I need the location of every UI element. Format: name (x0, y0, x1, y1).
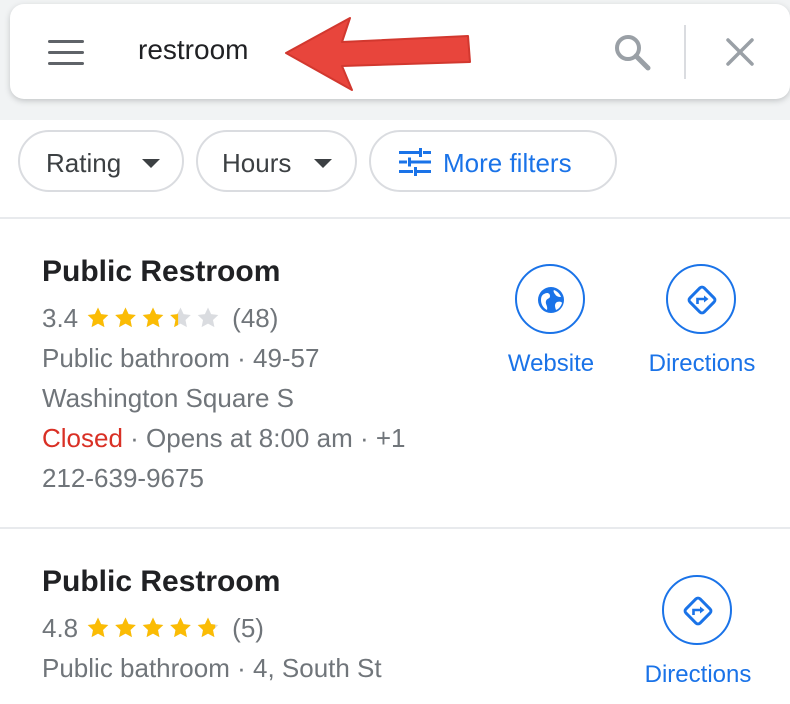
category-address: Public bathroom · 4, South St (42, 653, 382, 683)
directions-label: Directions (648, 350, 756, 377)
more-filters-chip[interactable]: More filters (369, 130, 617, 192)
star-icon (197, 307, 219, 328)
review-count[interactable]: (5) (232, 613, 264, 643)
star-icon (87, 307, 109, 328)
star-icon (170, 617, 191, 638)
result-title[interactable]: Public Restroom (42, 255, 280, 289)
menu-icon[interactable] (48, 40, 84, 66)
result-title[interactable]: Public Restroom (42, 565, 280, 599)
search-input[interactable]: restroom (138, 34, 248, 66)
hours-row: Closed · Opens at 8:00 am · +1 (42, 423, 405, 454)
stars-rating-icon (86, 306, 224, 337)
review-count[interactable]: (48) (232, 303, 278, 333)
website-circle (515, 264, 585, 334)
search-divider (684, 25, 686, 79)
star-icon (170, 307, 191, 328)
directions-circle (662, 575, 732, 645)
rating-filter-label: Rating (46, 148, 122, 178)
rating-row: 4.8 (5) (42, 613, 264, 647)
star-icon (142, 307, 164, 328)
globe-icon (538, 287, 564, 313)
rating-row: 3.4 (48) (42, 303, 278, 337)
rating-filter-chip[interactable]: Rating (18, 130, 184, 192)
star-icon (197, 617, 219, 638)
caret-down-icon (142, 159, 160, 168)
category-address: Public bathroom · 49-57 (42, 343, 320, 373)
stars-rating-icon (86, 616, 224, 647)
result-card[interactable]: Public Restroom 4.8 (5) Public bathroom ·… (0, 529, 790, 704)
status-closed: Closed (42, 423, 123, 453)
phone-continued: 212-639-9675 (42, 463, 204, 493)
directions-label: Directions (644, 661, 752, 688)
directions-icon (683, 596, 713, 626)
star-icon (115, 617, 136, 638)
hours-filter-chip[interactable]: Hours (196, 130, 357, 192)
directions-circle (666, 264, 736, 334)
hours-phone: · Opens at 8:00 am · +1 (122, 423, 406, 453)
tune-icon (399, 148, 431, 176)
rating-value: 3.4 (42, 303, 79, 333)
star-icon (142, 617, 164, 638)
directions-icon (687, 285, 717, 315)
star-icon (87, 617, 109, 638)
hours-filter-label: Hours (222, 148, 292, 178)
caret-down-icon (314, 159, 332, 168)
search-icon[interactable] (612, 32, 652, 72)
star-icon (115, 307, 136, 328)
website-label: Website (507, 350, 595, 377)
close-icon[interactable] (722, 34, 758, 70)
result-card[interactable]: Public Restroom 3.4 (48) Public bathroom … (0, 219, 790, 527)
rating-value: 4.8 (42, 613, 79, 643)
annotation-arrow-icon (285, 17, 471, 91)
address-continued: Washington Square S (42, 383, 294, 413)
more-filters-label: More filters (443, 148, 572, 178)
